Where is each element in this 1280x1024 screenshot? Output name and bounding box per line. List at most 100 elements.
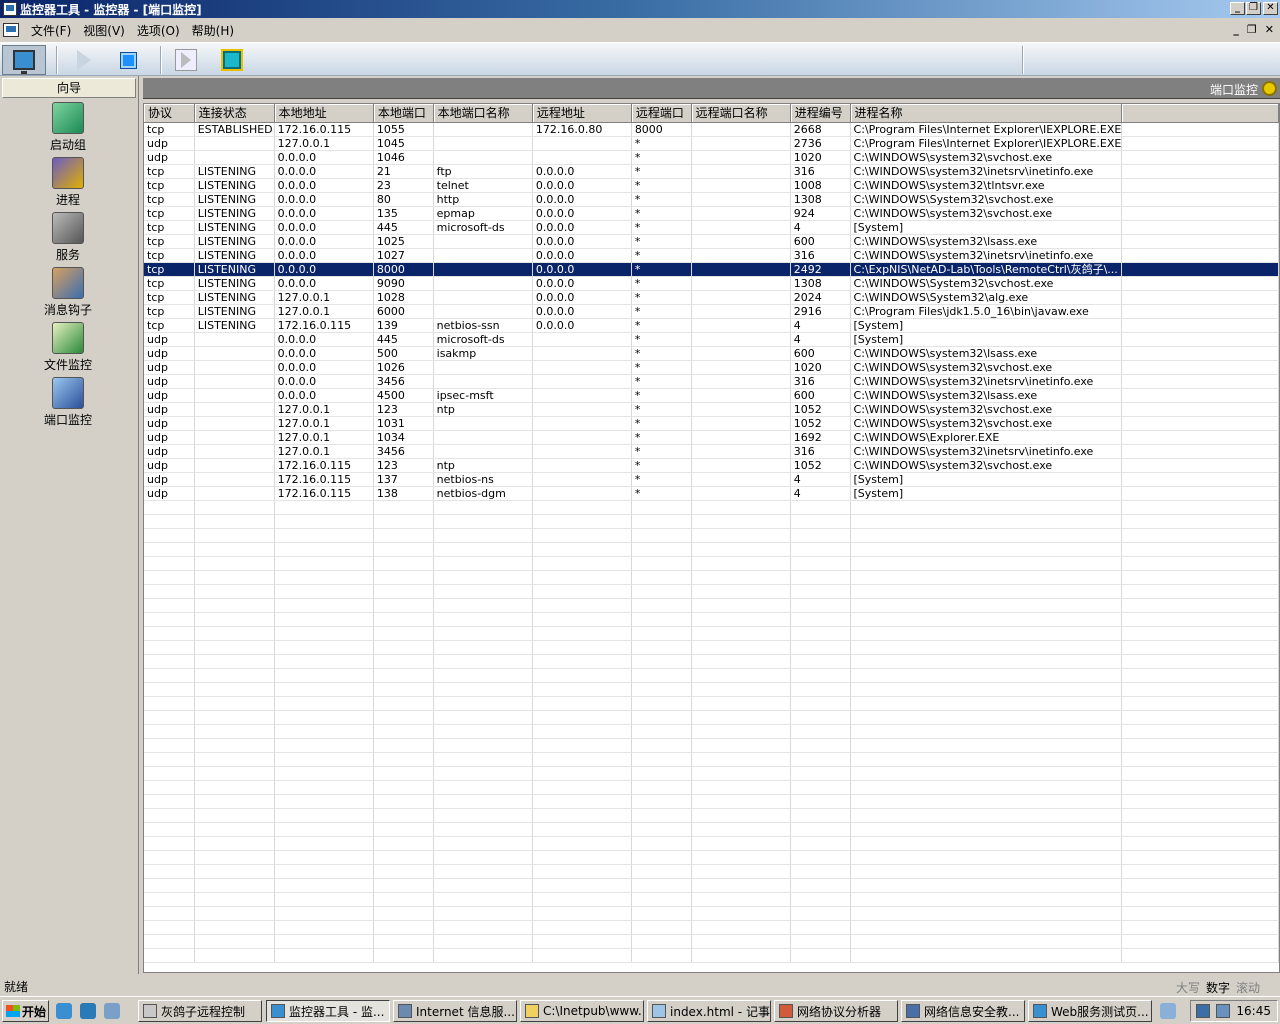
table-row[interactable]: udp 0.0.0.0 1046 * 1020 C:\WINDOWS\system32\s…: [144, 150, 1279, 165]
table-row[interactable]: tcp LISTENING 172.16.0.115 139 netbios-ssn 0.…: [144, 318, 1279, 333]
table-row[interactable]: udp 172.16.0.115 137 netbios-ns * 4 [System]: [144, 472, 1279, 487]
wizard-item-message-hook[interactable]: 消息钩子: [0, 267, 136, 318]
table-row[interactable]: udp 0.0.0.0 445 microsoft-ds * 4 [System]: [144, 332, 1279, 347]
table-row[interactable]: udp 0.0.0.0 500 isakmp * 600 C:\WINDOWS\system…: [144, 346, 1279, 361]
table-cell: [144, 934, 195, 949]
table-cell: [433, 444, 533, 459]
taskbar-item[interactable]: 网络协议分析器: [774, 1000, 898, 1022]
mdi-close-button[interactable]: ✕: [1265, 23, 1274, 36]
table-row[interactable]: udp 172.16.0.115 138 netbios-dgm * 4 [System]: [144, 486, 1279, 501]
taskbar-item[interactable]: 灰鸽子远程控制: [138, 1000, 262, 1022]
restore-button[interactable]: ❐: [1246, 2, 1261, 15]
network-tray-icon[interactable]: [1216, 1004, 1231, 1018]
table-cell: [274, 696, 374, 711]
column-header[interactable]: 协议: [144, 104, 195, 123]
wizard-item-process[interactable]: 进程: [0, 157, 136, 208]
menu-file[interactable]: 文件(F): [25, 22, 77, 39]
table-cell: [373, 570, 434, 585]
nis-tray-icon[interactable]: [1196, 1004, 1211, 1018]
stop-button[interactable]: [106, 45, 150, 75]
column-header[interactable]: 进程编号: [790, 104, 851, 123]
column-header[interactable]: 本地端口名称: [433, 104, 533, 123]
table-row[interactable]: udp 127.0.0.1 1045 * 2736 C:\Program Files\In…: [144, 136, 1279, 151]
table-cell: [1121, 682, 1279, 697]
column-header[interactable]: 本地端口: [373, 104, 434, 123]
column-header[interactable]: 远程端口名称: [691, 104, 791, 123]
start-button[interactable]: 开始: [2, 1000, 49, 1022]
table-row[interactable]: tcp LISTENING 0.0.0.0 23 telnet 0.0.0.0 * 1008 C…: [144, 178, 1279, 193]
network-icon[interactable]: [1160, 1003, 1176, 1019]
column-header[interactable]: 本地地址: [274, 104, 374, 123]
menu-help[interactable]: 帮助(H): [186, 22, 240, 39]
taskbar-item-active[interactable]: 监控器工具 - 监...: [266, 1000, 390, 1022]
taskbar-item[interactable]: Internet 信息服...: [393, 1000, 517, 1022]
taskbar-item[interactable]: Web服务测试页...: [1028, 1000, 1152, 1022]
table-cell: 127.0.0.1: [274, 430, 374, 445]
table-row[interactable]: tcp LISTENING 127.0.0.1 1028 0.0.0.0 * 2024 C:\…: [144, 290, 1279, 305]
table-row[interactable]: tcp ESTABLISHED 172.16.0.115 1055 172.16.0.8…: [144, 122, 1279, 137]
menu-options[interactable]: 选项(O): [131, 22, 186, 39]
table-row[interactable]: udp 127.0.0.1 123 ntp * 1052 C:\WINDOWS\system…: [144, 402, 1279, 417]
table-cell: [433, 150, 533, 165]
table-cell: [532, 654, 632, 669]
table-row[interactable]: udp 127.0.0.1 1031 * 1052 C:\WINDOWS\system32…: [144, 416, 1279, 431]
table-row[interactable]: udp 0.0.0.0 4500 ipsec-msft * 600 C:\WINDOWS\s…: [144, 388, 1279, 403]
table-row[interactable]: udp 0.0.0.0 1026 * 1020 C:\WINDOWS\system32\s…: [144, 360, 1279, 375]
table-row[interactable]: tcp LISTENING 0.0.0.0 1027 0.0.0.0 * 316 C:\WIN…: [144, 248, 1279, 263]
wizard-item-startup[interactable]: 启动组: [0, 102, 136, 153]
table-row[interactable]: tcp LISTENING 0.0.0.0 21 ftp 0.0.0.0 * 316 C:\WI…: [144, 164, 1279, 179]
column-header[interactable]: 进程名称: [850, 104, 1123, 123]
table-cell: [631, 682, 692, 697]
table-row[interactable]: tcp LISTENING 0.0.0.0 80 http 0.0.0.0 * 1308 C:\…: [144, 192, 1279, 207]
table-cell: [850, 878, 1123, 893]
wizard-item-port-monitor[interactable]: 端口监控: [0, 377, 136, 428]
wizard-item-service[interactable]: 服务: [0, 212, 136, 263]
start-button[interactable]: [62, 45, 106, 75]
table-cell: 316: [790, 248, 851, 263]
table-row[interactable]: tcp LISTENING 0.0.0.0 445 microsoft-ds 0.0.0.…: [144, 220, 1279, 235]
column-header[interactable]: 远程端口: [631, 104, 692, 123]
table-cell: [691, 822, 791, 837]
refresh-icon: [221, 49, 243, 71]
table-row[interactable]: tcp LISTENING 0.0.0.0 135 epmap 0.0.0.0 * 924 C:…: [144, 206, 1279, 221]
empty-row: [144, 528, 1279, 543]
table-cell: [532, 556, 632, 571]
mdi-restore-button[interactable]: ❐: [1247, 23, 1257, 36]
table-row[interactable]: udp 127.0.0.1 3456 * 316 C:\WINDOWS\system32\…: [144, 444, 1279, 459]
table-cell: 0.0.0.0: [274, 220, 374, 235]
table-row[interactable]: udp 127.0.0.1 1034 * 1692 C:\WINDOWS\Explorer…: [144, 430, 1279, 445]
quick-launch-browser-icon[interactable]: [80, 1003, 96, 1019]
document-icon[interactable]: [3, 23, 19, 37]
taskbar-item[interactable]: C:\Inetpub\www...: [520, 1000, 644, 1022]
table-row[interactable]: udp 172.16.0.115 123 ntp * 1052 C:\WINDOWS\sys…: [144, 458, 1279, 473]
table-cell: [373, 514, 434, 529]
table-row[interactable]: tcp LISTENING 0.0.0.0 8000 0.0.0.0 * 2492 C:\Ex…: [144, 262, 1279, 277]
wizard-item-file-monitor[interactable]: 文件监控: [0, 322, 136, 373]
close-button[interactable]: ✕: [1263, 2, 1278, 15]
quick-launch-ie-icon[interactable]: [56, 1003, 72, 1019]
column-header[interactable]: 远程地址: [532, 104, 632, 123]
minimize-button[interactable]: _: [1230, 2, 1245, 15]
table-cell: 172.16.0.115: [274, 458, 374, 473]
taskbar-item[interactable]: index.html - 记事本: [647, 1000, 771, 1022]
table-row[interactable]: tcp LISTENING 0.0.0.0 1025 0.0.0.0 * 600 C:\WIN…: [144, 234, 1279, 249]
monitor-button[interactable]: [2, 45, 46, 75]
table-cell: [433, 822, 533, 837]
wizard-item-label: 启动组: [49, 138, 86, 152]
menu-view[interactable]: 视图(V): [77, 22, 131, 39]
table-cell: [631, 920, 692, 935]
table-row[interactable]: udp 0.0.0.0 3456 * 316 C:\WINDOWS\system32\in…: [144, 374, 1279, 389]
quick-launch-desktop-icon[interactable]: [104, 1003, 120, 1019]
refresh-button[interactable]: [210, 45, 254, 75]
step-button[interactable]: [164, 45, 208, 75]
table-cell: [691, 766, 791, 781]
taskbar-item[interactable]: 网络信息安全教...: [901, 1000, 1025, 1022]
app-icon[interactable]: [3, 2, 17, 16]
mdi-minimize-button[interactable]: _: [1233, 23, 1239, 36]
column-header[interactable]: 连接状态: [194, 104, 275, 123]
step-icon: [175, 49, 197, 71]
gear-icon[interactable]: [1262, 81, 1277, 96]
table-row[interactable]: tcp LISTENING 127.0.0.1 6000 0.0.0.0 * 2916 C:\…: [144, 304, 1279, 319]
table-row[interactable]: tcp LISTENING 0.0.0.0 9090 0.0.0.0 * 1308 C:\WI…: [144, 276, 1279, 291]
table-cell: *: [631, 262, 692, 277]
